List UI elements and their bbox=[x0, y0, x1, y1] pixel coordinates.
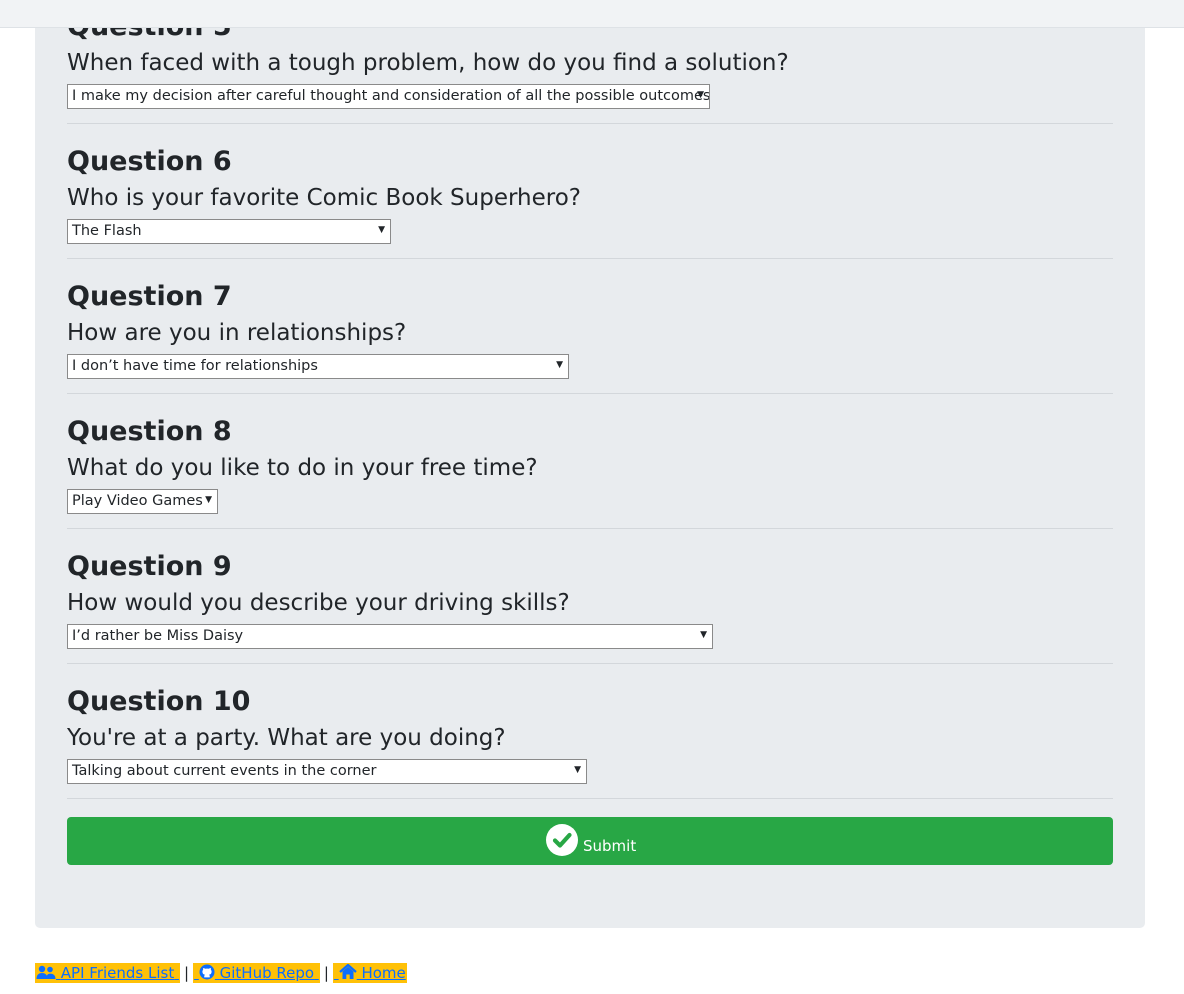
question-text: You're at a party. What are you doing? bbox=[67, 725, 506, 751]
link-label: GitHub Repo bbox=[219, 964, 315, 982]
survey-form: Question 5 When faced with a tough probl… bbox=[67, 0, 1113, 928]
selected-option: I make my decision after careful thought… bbox=[72, 88, 710, 104]
separator: | bbox=[323, 964, 329, 982]
question-text: Who is your favorite Comic Book Superher… bbox=[67, 185, 581, 211]
answer-select-q9[interactable]: I’d rather be Miss Daisy ▼ bbox=[67, 624, 713, 649]
question-text: How are you in relationships? bbox=[67, 320, 407, 346]
users-icon bbox=[36, 965, 56, 979]
question-10: Question 10 You're at a party. What are … bbox=[67, 685, 1113, 820]
dropdown-arrow-icon: ▼ bbox=[574, 765, 581, 775]
selected-option: Talking about current events in the corn… bbox=[72, 763, 377, 779]
selected-option: I don’t have time for relationships bbox=[72, 358, 318, 374]
divider bbox=[67, 528, 1113, 529]
github-repo-link[interactable]: GitHub Repo bbox=[193, 963, 320, 983]
survey-panel: Question 5 When faced with a tough probl… bbox=[35, 0, 1145, 928]
divider bbox=[67, 798, 1113, 799]
submit-button[interactable]: Submit bbox=[67, 817, 1113, 865]
dropdown-arrow-icon: ▼ bbox=[378, 225, 385, 235]
answer-select-q5[interactable]: I make my decision after careful thought… bbox=[67, 84, 710, 109]
github-icon bbox=[199, 964, 215, 980]
answer-select-q7[interactable]: I don’t have time for relationships ▼ bbox=[67, 354, 569, 379]
question-9: Question 9 How would you describe your d… bbox=[67, 550, 1113, 685]
dropdown-arrow-icon: ▼ bbox=[697, 90, 704, 100]
answer-select-q10[interactable]: Talking about current events in the corn… bbox=[67, 759, 587, 784]
answer-select-q6[interactable]: The Flash ▼ bbox=[67, 219, 391, 244]
link-label: API Friends List bbox=[60, 964, 175, 982]
selected-option: I’d rather be Miss Daisy bbox=[72, 628, 244, 644]
question-heading: Question 9 bbox=[67, 551, 232, 582]
submit-label: Submit bbox=[583, 837, 637, 855]
question-heading: Question 10 bbox=[67, 686, 251, 717]
question-heading: Question 6 bbox=[67, 146, 232, 177]
link-label: Home bbox=[361, 964, 406, 982]
home-link[interactable]: Home bbox=[332, 963, 407, 983]
home-icon bbox=[338, 963, 357, 979]
dropdown-arrow-icon: ▼ bbox=[556, 360, 563, 370]
dropdown-arrow-icon: ▼ bbox=[700, 630, 707, 640]
selected-option: The Flash bbox=[72, 223, 142, 239]
api-friends-list-link[interactable]: API Friends List bbox=[35, 963, 180, 983]
footer-links: API Friends List | GitHub Repo | Home bbox=[35, 962, 407, 984]
separator: | bbox=[184, 964, 190, 982]
divider bbox=[67, 258, 1113, 259]
divider bbox=[67, 393, 1113, 394]
check-circle-icon bbox=[546, 824, 578, 856]
answer-select-q8[interactable]: Play Video Games ▼ bbox=[67, 489, 218, 514]
question-8: Question 8 What do you like to do in you… bbox=[67, 415, 1113, 550]
question-text: What do you like to do in your free time… bbox=[67, 455, 538, 481]
browser-top-bar bbox=[0, 0, 1184, 28]
divider bbox=[67, 123, 1113, 124]
selected-option: Play Video Games bbox=[72, 493, 203, 509]
question-heading: Question 7 bbox=[67, 281, 232, 312]
question-5: Question 5 When faced with a tough probl… bbox=[67, 10, 1113, 145]
question-text: How would you describe your driving skil… bbox=[67, 590, 570, 616]
question-text: When faced with a tough problem, how do … bbox=[67, 50, 789, 76]
divider bbox=[67, 663, 1113, 664]
dropdown-arrow-icon: ▼ bbox=[205, 495, 212, 505]
question-heading: Question 8 bbox=[67, 416, 232, 447]
question-6: Question 6 Who is your favorite Comic Bo… bbox=[67, 145, 1113, 280]
question-7: Question 7 How are you in relationships?… bbox=[67, 280, 1113, 415]
